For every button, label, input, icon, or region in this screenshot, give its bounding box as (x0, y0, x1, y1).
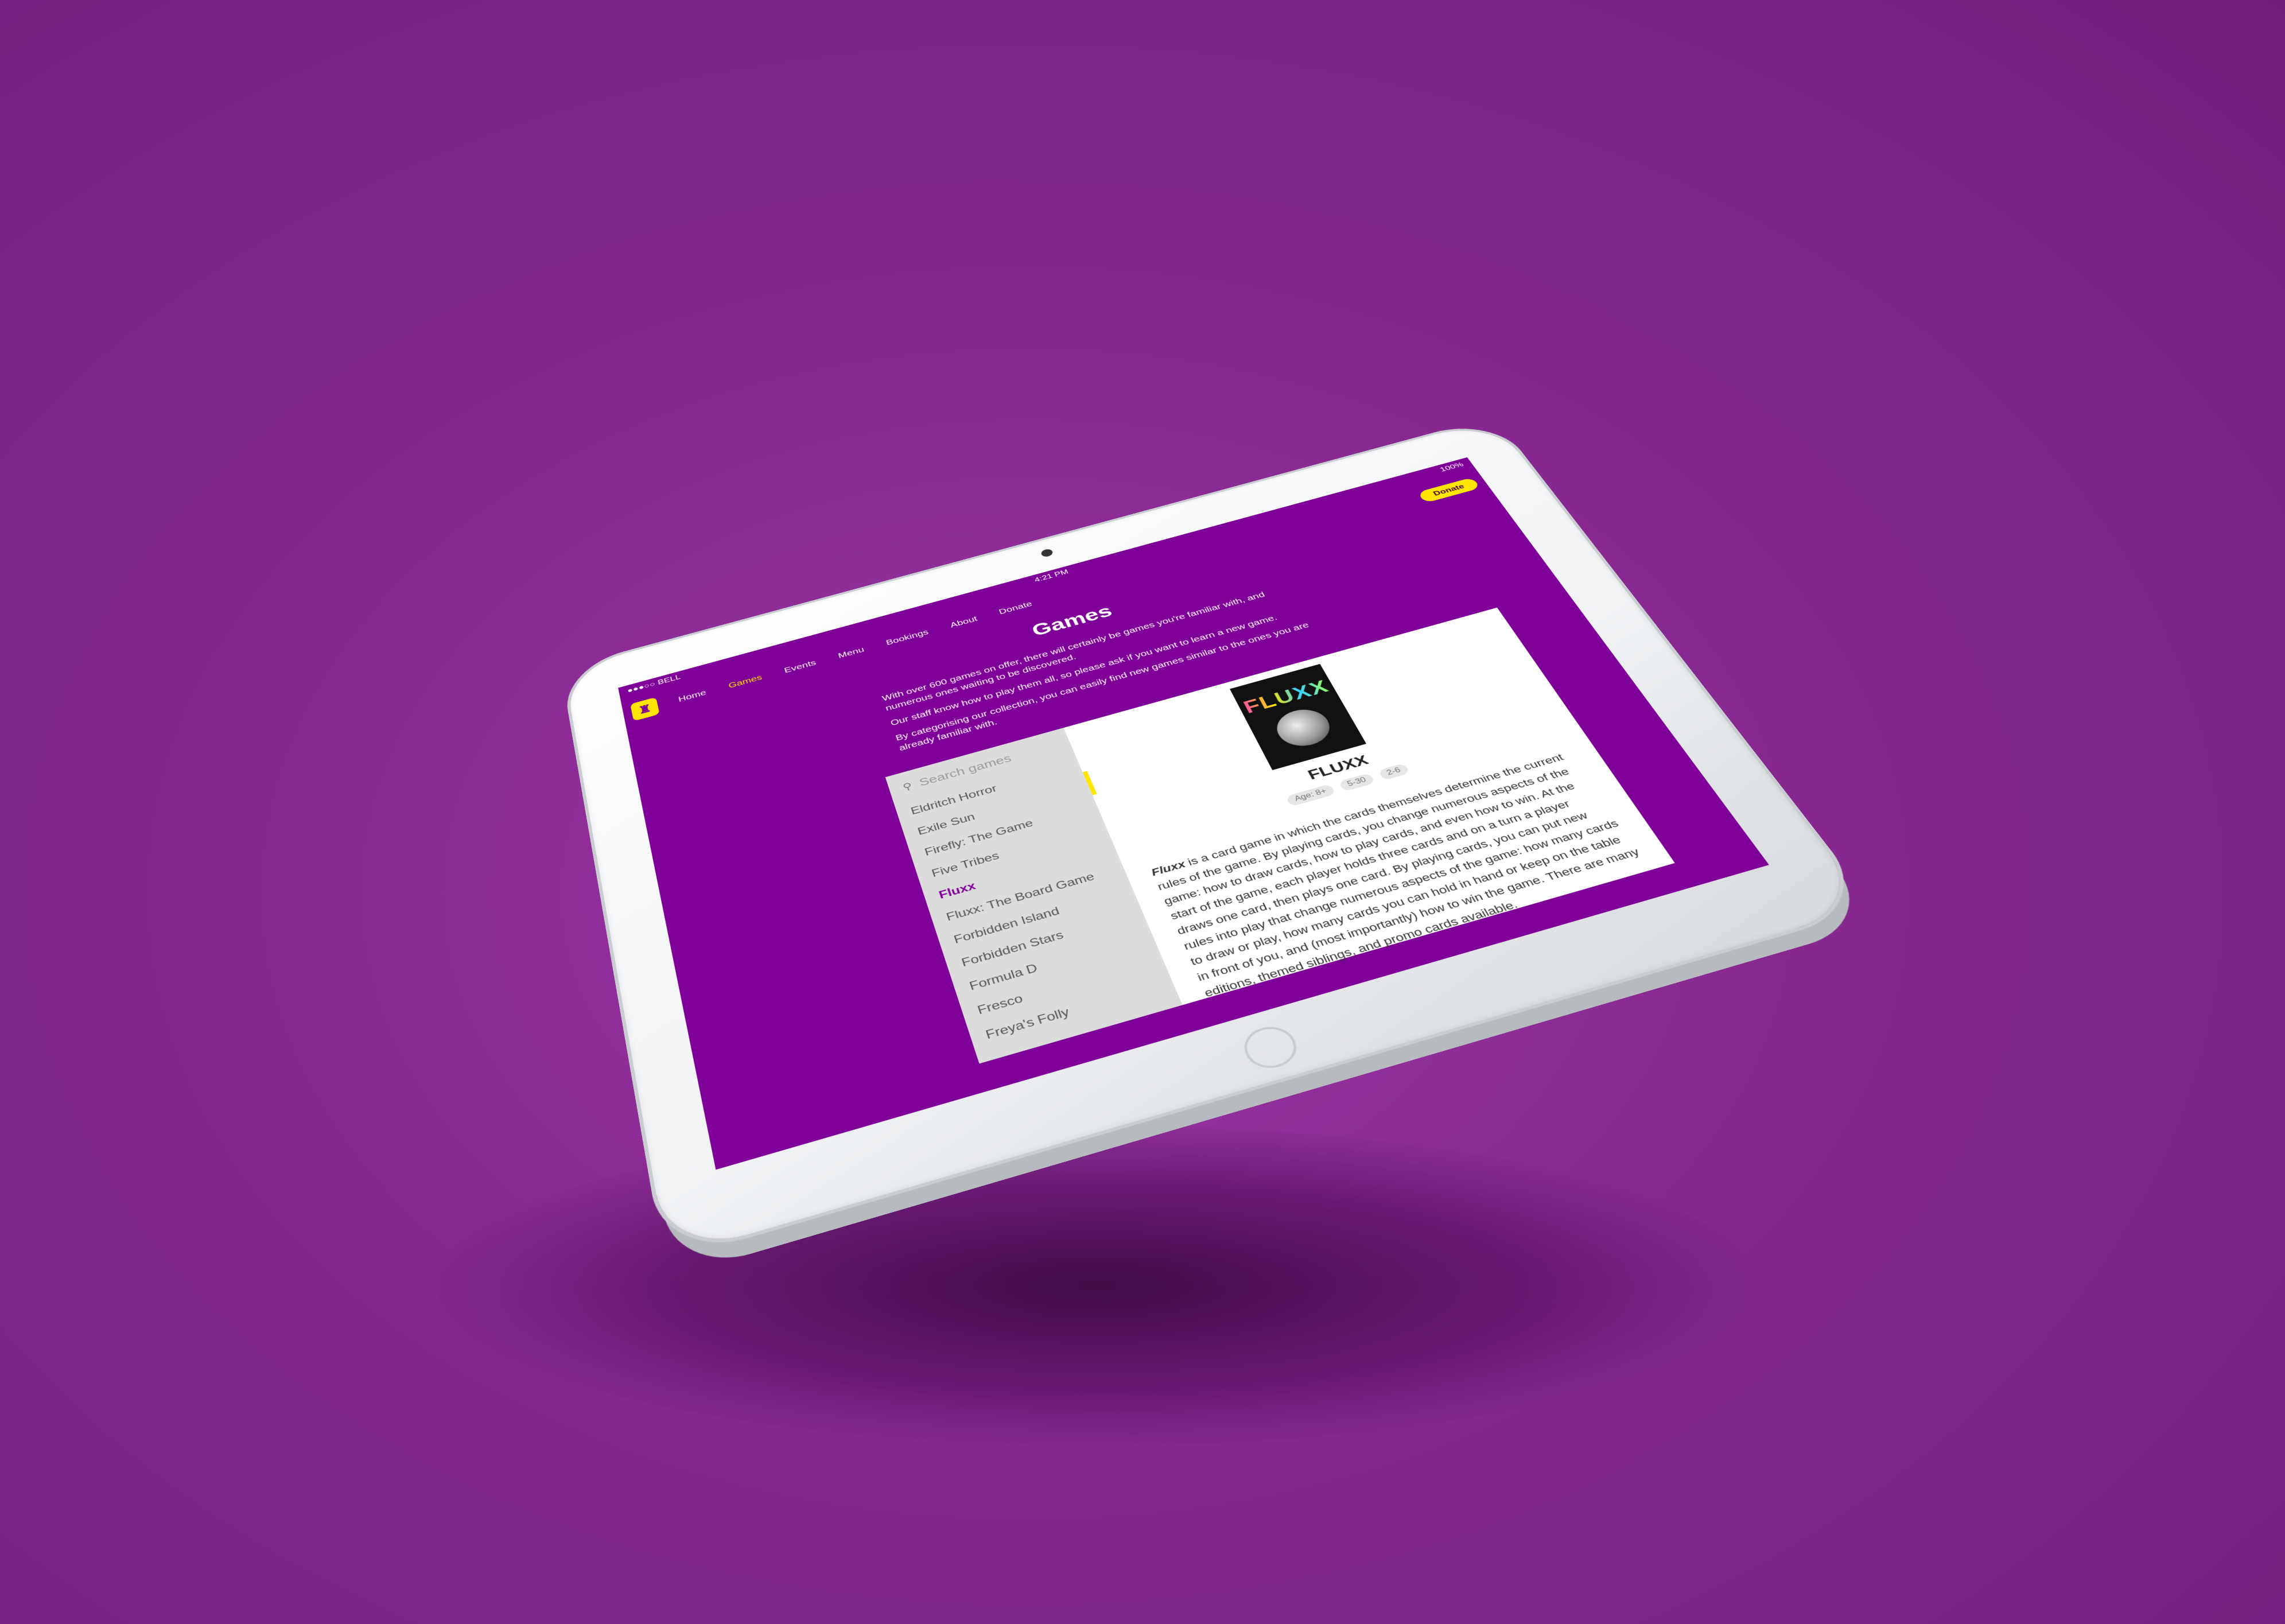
cover-moon-art (1269, 704, 1338, 752)
mockup-scene: ●●●○○ BELL 4:21 PM 100% ♜ Home Games Eve… (0, 0, 2285, 1624)
nav-home[interactable]: Home (678, 689, 707, 704)
tablet-screen: ●●●○○ BELL 4:21 PM 100% ♜ Home Games Eve… (618, 457, 1769, 1170)
game-cover-image: FLUXX (1230, 663, 1367, 771)
nav-events[interactable]: Events (783, 659, 817, 675)
nav-about[interactable]: About (949, 615, 978, 629)
donate-button[interactable]: Donate (1417, 477, 1480, 503)
nav-donate[interactable]: Donate (998, 600, 1033, 616)
nav-menu[interactable]: Menu (837, 646, 865, 660)
home-button[interactable] (1237, 1021, 1304, 1074)
cover-logo-text: FLUXX (1240, 677, 1333, 717)
nav-bookings[interactable]: Bookings (885, 628, 930, 647)
tablet: ●●●○○ BELL 4:21 PM 100% ♜ Home Games Eve… (564, 418, 1871, 1258)
battery-label: 100% (1438, 461, 1465, 473)
search-icon: ⚲ (901, 780, 914, 792)
tablet-body: ●●●○○ BELL 4:21 PM 100% ♜ Home Games Eve… (564, 418, 1871, 1258)
game-description: Fluxx is a card game in which the cards … (1149, 747, 1654, 1001)
nav-games[interactable]: Games (728, 673, 763, 690)
players-badge: 2-6 (1377, 763, 1410, 781)
game-description-text: is a card game in which the cards themse… (1155, 751, 1642, 1000)
logo-icon[interactable]: ♜ (630, 697, 660, 721)
front-camera (1040, 548, 1054, 558)
time-badge: 5-30 (1338, 772, 1375, 792)
